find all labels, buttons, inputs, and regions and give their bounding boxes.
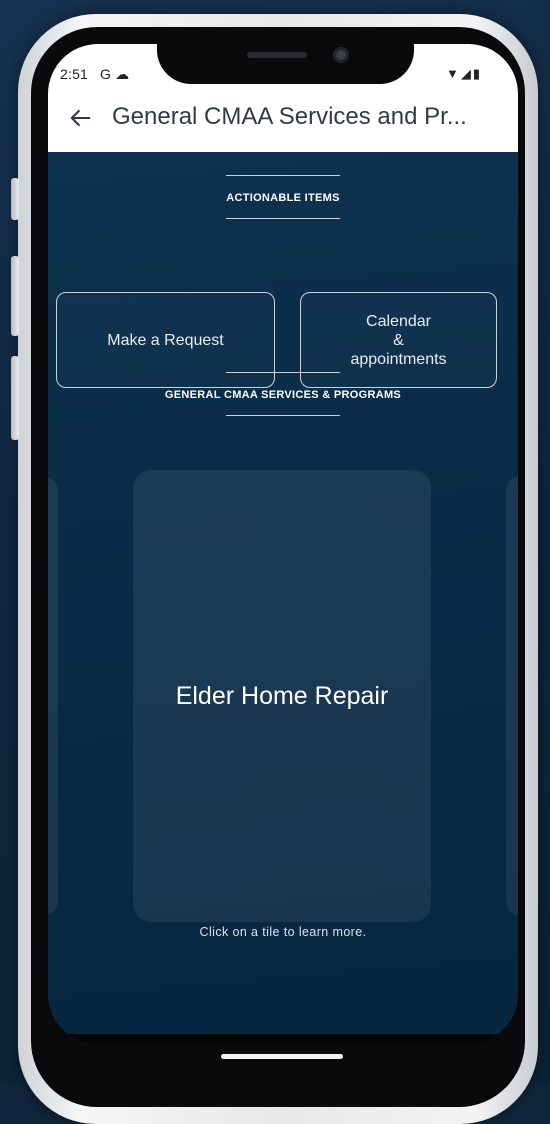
page-title: General CMAA Services and Pr... xyxy=(112,103,467,130)
divider-bottom xyxy=(226,218,340,219)
calendar-label-line1: Calendar xyxy=(366,312,431,330)
services-header: GENERAL CMAA SERVICES & PROGRAMS xyxy=(48,372,518,416)
section-title-services: GENERAL CMAA SERVICES & PROGRAMS xyxy=(164,389,402,401)
status-right-icons: ▼◢▮ xyxy=(445,66,482,81)
tile-elder-home-repair[interactable]: Elder Home Repair xyxy=(133,470,431,922)
phone-notch xyxy=(157,44,414,84)
divider-top xyxy=(226,372,340,373)
camera-icon xyxy=(333,47,349,63)
calendar-label-line2: & xyxy=(393,331,404,349)
divider-top xyxy=(226,175,340,176)
arrow-left-icon[interactable] xyxy=(66,104,94,132)
tile-hint-text: Click on a tile to learn more. xyxy=(199,925,367,939)
home-indicator[interactable] xyxy=(221,1054,343,1059)
status-left-icons: G ☁ xyxy=(100,66,130,82)
phone-screen: 2:51 G ☁ ▼◢▮ General CMAA Services and P… xyxy=(48,44,518,1044)
navigation-strip xyxy=(48,1034,518,1044)
tile-peek-left[interactable] xyxy=(48,476,58,916)
tile-label: Elder Home Repair xyxy=(175,681,389,710)
tile-peek-right[interactable] xyxy=(506,476,518,916)
actionable-items-header: ACTIONABLE ITEMS xyxy=(48,175,518,219)
divider-bottom xyxy=(226,415,340,416)
calendar-label-line3: appointments xyxy=(350,350,447,368)
side-button-mute xyxy=(11,178,19,220)
make-request-label: Make a Request xyxy=(107,331,224,349)
side-button-volume-down xyxy=(11,356,19,440)
section-title-actionable: ACTIONABLE ITEMS xyxy=(226,192,340,204)
side-button-volume-up xyxy=(11,256,19,336)
status-time: 2:51 xyxy=(60,66,89,82)
speaker-grille xyxy=(247,52,307,58)
